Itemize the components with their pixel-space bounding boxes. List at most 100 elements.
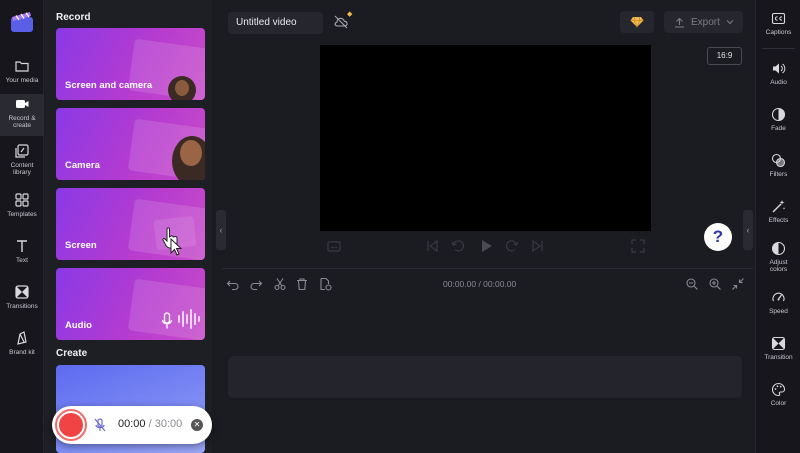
collapse-right-panel-handle[interactable]: ‹ [743,210,753,250]
left-nav-rail: Your media Record & create Content libra… [0,0,44,453]
transitions-icon [15,285,29,299]
play-icon[interactable] [478,238,494,254]
panel-label-transition: Transition [764,354,793,361]
audio-card[interactable]: Audio [56,268,205,340]
text-icon [17,240,27,252]
content-library-icon [15,144,29,158]
rail-label-content-library: Content library [10,162,34,176]
fit-to-screen-icon[interactable] [731,277,745,291]
premium-diamond-icon: ◆ [347,11,353,18]
speaker-icon [773,63,786,74]
recording-control-bar: 00:00 / 30:00 ✕ [52,406,212,444]
rail-label-templates: Templates [7,211,37,218]
panel-label-captions: Captions [765,29,792,36]
rail-label-brand-kit: Brand kit [9,349,35,356]
forward-5-seconds-icon[interactable] [504,238,520,254]
fullscreen-icon[interactable] [630,238,646,254]
camera-card[interactable]: Camera [56,108,205,180]
video-title-input[interactable]: Untitled video [228,12,323,34]
zoom-in-icon[interactable] [708,277,722,291]
transition-icon [771,336,786,351]
speed-gauge-icon [772,292,785,302]
rail-item-templates[interactable]: Templates [0,190,44,232]
panel-item-adjust-colors[interactable]: Adjust colors [756,241,800,273]
delete-trash-icon[interactable] [295,277,309,291]
chevron-down-icon [726,20,734,25]
card-label: Audio [65,320,92,331]
timeline-time-readout: 00:00.00 / 00:00.00 [443,279,517,289]
panel-item-transition[interactable]: Transition [756,336,800,361]
rewind-5-seconds-icon[interactable] [450,238,466,254]
rail-item-text[interactable]: Text [0,236,44,278]
add-media-icon[interactable] [318,277,332,291]
microphone-icon [161,312,173,329]
captions-icon [771,12,786,25]
help-button[interactable]: ? [704,223,732,251]
panel-item-captions[interactable]: Captions [756,11,800,36]
aspect-ratio-button[interactable]: 16:9 [707,47,742,65]
recording-current-time: 00:00 [118,418,146,430]
premium-upgrade-button[interactable] [620,11,654,33]
panel-item-effects[interactable]: Effects [756,199,800,224]
diamond-icon [630,16,644,28]
skip-to-end-icon[interactable] [530,238,546,254]
rail-item-record-create[interactable]: Record & create [0,94,44,136]
brand-kit-icon [17,331,27,345]
rail-item-content-library[interactable]: Content library [0,141,44,183]
rail-label-your-media: Your media [5,77,39,84]
record-button[interactable] [55,409,87,441]
rail-label-record-create: Record & create [8,115,36,129]
video-preview-canvas[interactable] [320,45,651,231]
rail-item-transitions[interactable]: Transitions [0,282,44,324]
close-recorder-icon[interactable]: ✕ [191,419,203,431]
recording-time-separator: / [148,418,152,430]
folder-icon [15,61,29,72]
arrow-cursor-icon [170,238,183,256]
video-camera-icon [16,100,29,108]
color-palette-icon [771,382,786,397]
microphone-muted-icon[interactable] [92,417,108,433]
export-label: Export [691,16,720,28]
panel-label-fade: Fade [771,125,786,132]
app-logo-icon[interactable] [9,9,35,35]
filters-icon [771,153,786,168]
upload-icon [675,17,684,28]
export-button[interactable]: Export [664,11,743,33]
zoom-out-icon[interactable] [685,277,699,291]
chevron-left-icon: ‹ [746,225,750,235]
panel-item-audio[interactable]: Audio [756,61,800,86]
record-create-panel: Record Screen and camera Camera Screen A… [45,0,212,453]
screen-and-camera-card[interactable]: Screen and camera [56,28,205,100]
card-label: Screen [65,240,97,251]
recording-max-time: 30:00 [154,418,183,430]
panel-divider [762,48,795,49]
panel-label-filters: Filters [769,171,788,178]
rail-label-transitions: Transitions [6,303,38,310]
rail-item-brand-kit[interactable]: Brand kit [0,328,44,370]
card-label: Camera [65,160,100,171]
split-scissors-icon[interactable] [273,277,287,291]
panel-label-speed: Speed [769,308,788,315]
panel-item-color[interactable]: Color [756,382,800,407]
rail-item-your-media[interactable]: Your media [0,56,44,98]
redo-icon[interactable] [249,277,263,291]
panel-label-effects: Effects [768,217,789,224]
collapse-left-panel-handle[interactable]: ‹ [216,210,226,250]
panel-label-color: Color [770,400,787,407]
undo-icon[interactable] [226,277,240,291]
templates-icon [15,193,29,207]
clipchamp-editor: Your media Record & create Content libra… [0,0,800,453]
subtitle-toggle-icon[interactable] [326,238,342,254]
create-heading: Create [56,348,88,359]
skip-to-start-icon[interactable] [424,238,440,254]
record-heading: Record [56,12,91,23]
panel-item-speed[interactable]: Speed [756,290,800,315]
card-label: Screen and camera [65,80,153,91]
presenter-face [180,140,202,166]
chevron-left-icon: ‹ [219,225,223,235]
recording-timer: 00:00 / 30:00 [118,418,182,430]
screen-card[interactable]: Screen [56,188,205,260]
panel-item-fade[interactable]: Fade [756,107,800,132]
timeline-track-drop-zone[interactable] [228,356,742,398]
panel-item-filters[interactable]: Filters [756,153,800,178]
